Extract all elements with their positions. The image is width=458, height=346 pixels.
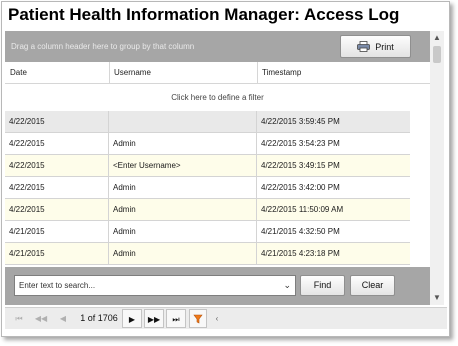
clear-button[interactable]: Clear [350, 275, 395, 296]
column-divider [257, 62, 258, 84]
scroll-up-icon[interactable]: ▲ [430, 31, 444, 45]
timestamp-cell: 4/22/2015 3:54:23 PM [261, 139, 340, 148]
table-row[interactable]: 4/22/2015 Admin 4/22/2015 3:54:23 PM [5, 133, 410, 155]
table-row[interactable]: 4/21/2015 Admin 4/21/2015 4:32:50 PM [5, 221, 410, 243]
username-cell [109, 111, 257, 133]
username-cell: Admin [109, 133, 257, 155]
scroll-thumb[interactable] [433, 46, 441, 63]
access-log-grid: Drag a column header here to group by th… [5, 31, 430, 269]
print-button-label: Print [375, 41, 394, 52]
timestamp-cell: 4/22/2015 3:59:45 PM [261, 117, 340, 126]
date-cell: 4/22/2015 [5, 199, 109, 221]
column-header-date[interactable]: Date [5, 62, 109, 84]
find-button[interactable]: Find [300, 275, 345, 296]
table-row[interactable]: 4/21/2015 Admin 4/21/2015 4:23:18 PM [5, 243, 410, 265]
filter-button[interactable] [189, 309, 207, 328]
username-cell: Admin [109, 243, 257, 265]
date-cell: 4/22/2015 [5, 177, 109, 199]
column-header-row: Date Username Timestamp [5, 62, 430, 84]
table-row[interactable]: 4/22/2015 4/22/2015 3:59:45 PM [5, 111, 410, 133]
data-navigator: ⏮ ◀◀ ◀ 1 of 1706 ▶ ▶▶ ⏭ ‹ [5, 307, 447, 329]
search-panel: Enter text to search... ⌄ Find Clear [5, 267, 430, 305]
search-placeholder: Enter text to search... [19, 281, 96, 290]
timestamp-cell: 4/22/2015 3:42:00 PM [261, 183, 340, 192]
search-input[interactable]: Enter text to search... ⌄ [14, 275, 296, 296]
table-row[interactable]: 4/22/2015 Admin 4/22/2015 11:50:09 AM [5, 199, 410, 221]
first-page-icon[interactable]: ⏮ [9, 309, 29, 328]
timestamp-cell: 4/21/2015 4:23:18 PM [261, 249, 340, 258]
funnel-icon [193, 314, 203, 324]
print-button[interactable]: Print [340, 35, 411, 58]
date-cell: 4/21/2015 [5, 221, 109, 243]
date-cell: 4/22/2015 [5, 133, 109, 155]
window-title: Patient Health Information Manager: Acce… [2, 2, 449, 30]
username-cell: Admin [109, 177, 257, 199]
username-cell: <Enter Username> [109, 155, 257, 177]
username-cell: Admin [109, 199, 257, 221]
vertical-scrollbar[interactable]: ▲ ▼ [430, 31, 444, 305]
previous-page-icon[interactable]: ◀ [53, 309, 73, 328]
access-log-window: Patient Health Information Manager: Acce… [1, 1, 450, 337]
column-header-timestamp[interactable]: Timestamp [257, 62, 410, 84]
last-page-icon[interactable]: ⏭ [166, 309, 186, 328]
username-cell: Admin [109, 221, 257, 243]
table-row[interactable]: 4/22/2015 <Enter Username> 4/22/2015 3:4… [5, 155, 410, 177]
page-indicator: 1 of 1706 [80, 313, 118, 323]
timestamp-cell: 4/21/2015 4:32:50 PM [261, 227, 340, 236]
table-row[interactable]: 4/22/2015 Admin 4/22/2015 3:42:00 PM [5, 177, 410, 199]
date-cell: 4/21/2015 [5, 243, 109, 265]
timestamp-cell: 4/22/2015 3:49:15 PM [261, 161, 340, 170]
printer-icon [357, 41, 371, 52]
group-by-hint: Drag a column header here to group by th… [11, 42, 195, 51]
next-page-icon[interactable]: ▶ [122, 309, 142, 328]
timestamp-cell: 4/22/2015 11:50:09 AM [261, 205, 344, 214]
scroll-left-icon[interactable]: ‹ [211, 309, 223, 328]
scroll-down-icon[interactable]: ▼ [430, 291, 444, 305]
column-header-username[interactable]: Username [109, 62, 257, 84]
chevron-down-icon[interactable]: ⌄ [283, 276, 291, 295]
next-page-group-icon[interactable]: ▶▶ [144, 309, 164, 328]
column-divider [109, 62, 110, 84]
previous-page-group-icon[interactable]: ◀◀ [31, 309, 51, 328]
date-cell: 4/22/2015 [5, 155, 109, 177]
group-by-panel[interactable]: Drag a column header here to group by th… [5, 31, 430, 62]
filter-row[interactable]: Click here to define a filter [5, 84, 430, 111]
date-cell: 4/22/2015 [5, 111, 109, 133]
